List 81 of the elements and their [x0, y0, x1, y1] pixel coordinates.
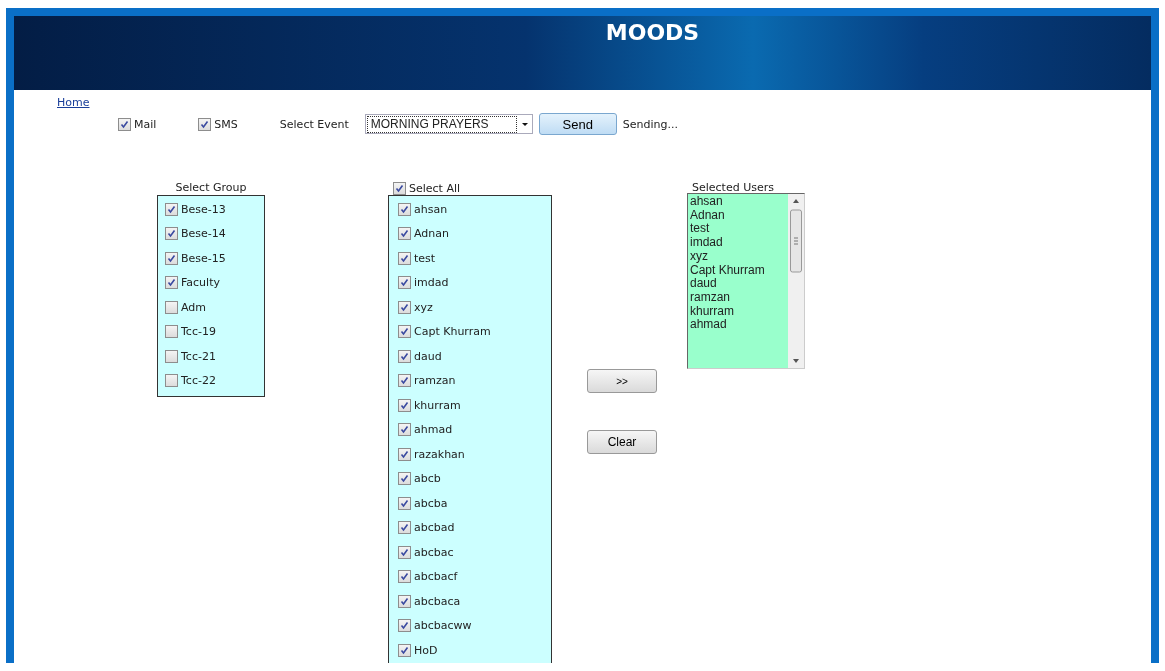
checkbox[interactable] — [398, 325, 411, 339]
checkbox[interactable] — [165, 276, 178, 290]
user-label: abcba — [414, 496, 448, 510]
user-label: razakhan — [414, 447, 465, 461]
selected-users-list[interactable]: ahsan Adnan test imdad xyz Capt Khurram daud ramzan khurram ahmad — [687, 193, 805, 369]
user-label: abcb — [414, 472, 441, 486]
user-label: abcbacf — [414, 570, 458, 584]
page-title: MOODS — [605, 20, 700, 47]
checkbox[interactable] — [398, 374, 411, 388]
clear-button[interactable]: Clear — [587, 430, 657, 454]
user-label: khurram — [414, 398, 461, 412]
checkbox[interactable] — [393, 181, 406, 195]
list-item[interactable]: Adnan — [690, 208, 788, 223]
checkbox[interactable] — [398, 570, 411, 584]
checkbox[interactable] — [398, 643, 411, 657]
list-item[interactable]: test — [690, 222, 788, 237]
checkbox-label: SMS — [214, 117, 238, 131]
user-label: abcbaca — [414, 594, 461, 608]
group-label: Tcc-22 — [181, 374, 216, 388]
group-label: Tcc-19 — [181, 325, 216, 339]
checkbox[interactable] — [165, 251, 178, 265]
checkbox[interactable] — [165, 202, 178, 216]
list-item[interactable]: ahsan — [690, 195, 788, 209]
group-heading: Select Group — [175, 181, 247, 195]
user-label: HoD — [414, 643, 438, 657]
event-label: Select Event — [279, 117, 349, 131]
checkbox[interactable] — [398, 619, 411, 633]
checkbox[interactable] — [398, 496, 411, 510]
checkbox[interactable] — [398, 521, 411, 535]
list-item[interactable]: xyz — [690, 249, 788, 264]
list-item[interactable]: imdad — [690, 236, 788, 250]
home-link[interactable]: Home — [57, 96, 90, 109]
checkbox[interactable] — [198, 117, 212, 131]
checkbox[interactable] — [165, 374, 178, 388]
checkbox[interactable] — [165, 325, 178, 339]
checkbox[interactable] — [398, 594, 411, 608]
event-dropdown[interactable]: MORNING PRAYERS — [364, 114, 533, 134]
selected-users-heading: Selected Users — [692, 181, 775, 193]
list-item[interactable]: daud — [690, 277, 788, 291]
user-label: imdad — [414, 276, 449, 290]
checkbox[interactable] — [398, 202, 411, 216]
list-item[interactable]: ramzan — [690, 290, 788, 305]
group-label: Tcc-21 — [181, 349, 216, 363]
group-label: Bese-14 — [181, 227, 226, 241]
checkbox[interactable] — [398, 227, 411, 241]
user-label: daud — [414, 349, 442, 363]
checkbox[interactable] — [165, 300, 178, 314]
user-label: Capt Khurram — [414, 325, 491, 339]
user-label: test — [414, 251, 436, 265]
group-label: Faculty — [181, 276, 220, 290]
checkbox[interactable] — [398, 472, 411, 486]
add-button[interactable]: >> — [587, 369, 657, 393]
user-label: ahmad — [414, 423, 453, 437]
checkbox[interactable] — [398, 398, 411, 412]
group-label: Adm — [181, 300, 207, 314]
list-item[interactable]: Capt Khurram — [690, 263, 788, 278]
checkbox[interactable] — [398, 276, 411, 290]
user-label: abcbacww — [414, 619, 472, 633]
checkbox[interactable] — [165, 227, 178, 241]
checkbox[interactable] — [398, 423, 411, 437]
list-item[interactable]: khurram — [690, 304, 788, 319]
select-all-label: Select All — [409, 181, 461, 195]
checkbox[interactable] — [398, 300, 411, 314]
checkbox-label: Mail — [134, 117, 157, 131]
user-label: Adnan — [414, 227, 449, 241]
group-label: Bese-13 — [181, 202, 226, 216]
user-label: xyz — [414, 300, 433, 314]
status-text: Sending... — [622, 117, 678, 131]
list-item[interactable]: ahmad — [690, 318, 788, 333]
checkbox[interactable] — [398, 251, 411, 265]
group-label: Bese-15 — [181, 251, 226, 265]
checkbox[interactable] — [398, 349, 411, 363]
user-label: abcbad — [414, 521, 455, 535]
user-label: ramzan — [414, 374, 456, 388]
checkbox[interactable] — [118, 117, 131, 131]
checkbox[interactable] — [398, 447, 411, 461]
checkbox[interactable] — [165, 349, 178, 363]
checkbox[interactable] — [398, 545, 411, 559]
user-label: ahsan — [414, 202, 448, 216]
user-label: abcbac — [414, 545, 454, 559]
send-button[interactable]: Send — [538, 113, 617, 135]
